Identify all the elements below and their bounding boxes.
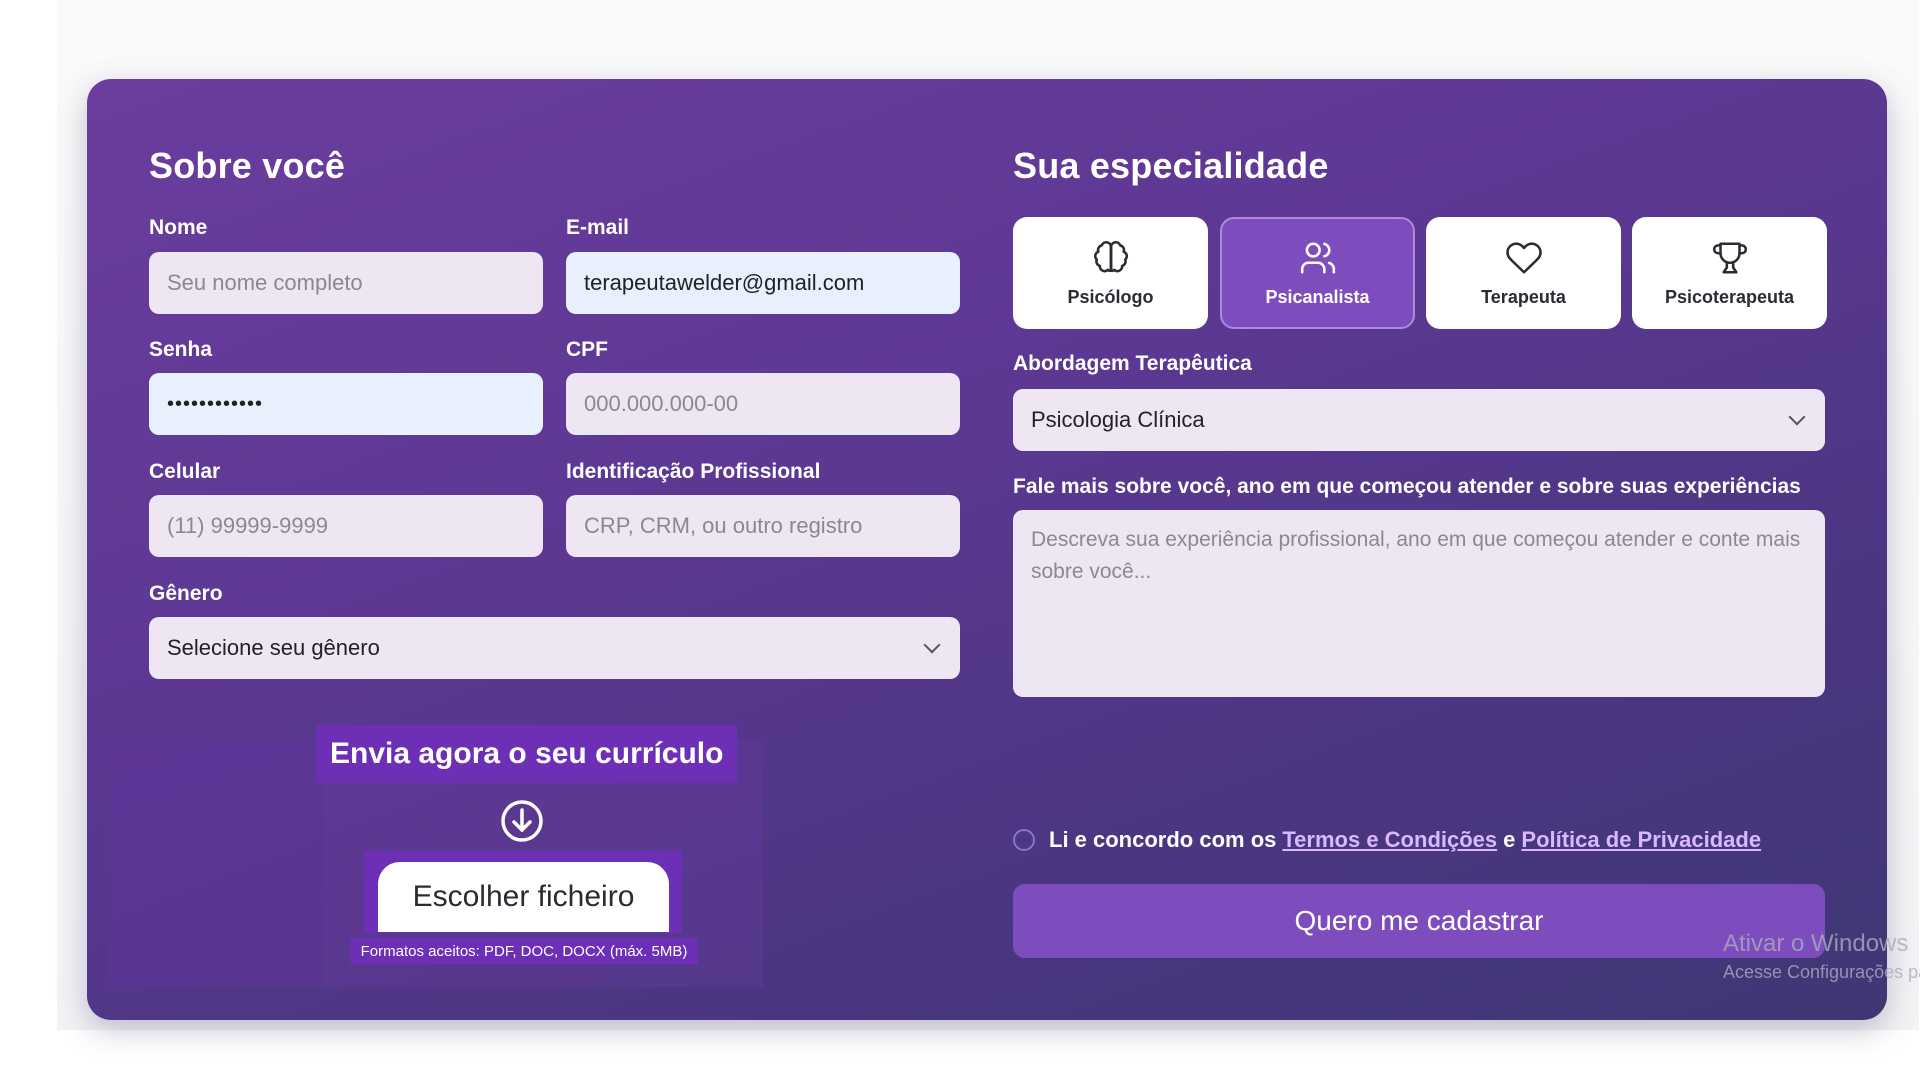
name-label: Nome	[149, 216, 208, 239]
users-icon	[1300, 241, 1335, 274]
specialty-option-psicanalista[interactable]: Psicanalista	[1220, 217, 1415, 329]
upload-title: Envia agora o seu currículo	[316, 725, 738, 783]
about-more-textarea[interactable]: Descreva sua experiência profissional, a…	[1013, 510, 1825, 697]
terms-checkbox[interactable]	[1013, 829, 1035, 851]
terms-conjunction: e	[1503, 827, 1516, 852]
brain-icon	[1093, 240, 1128, 272]
specialty-option-psicologo[interactable]: Psicólogo	[1013, 217, 1208, 329]
specialty-option-terapeuta[interactable]: Terapeuta	[1426, 217, 1621, 329]
terms-row: Li e concordo com os Termos e Condições …	[1013, 827, 1767, 853]
name-input[interactable]: Seu nome completo	[149, 252, 543, 314]
specialty-label: Psicólogo	[1067, 286, 1154, 307]
windows-activation-watermark: Ativar o Windows Acesse Configurações pa	[1723, 930, 1920, 983]
email-input[interactable]: terapeutawelder@gmail.com	[566, 252, 960, 314]
specialty-label: Psicanalista	[1265, 286, 1370, 307]
chevron-down-icon	[1788, 408, 1806, 426]
email-value: terapeutawelder@gmail.com	[584, 270, 865, 295]
terms-link[interactable]: Termos e Condições	[1282, 827, 1497, 853]
formats-note: Formatos aceitos: PDF, DOC, DOCX (máx. 5…	[350, 938, 698, 964]
password-input[interactable]: ••••••••••••	[149, 373, 543, 435]
cpf-label: CPF	[566, 338, 608, 361]
approach-select[interactable]: Psicologia Clínica	[1013, 389, 1825, 451]
heart-icon	[1505, 241, 1542, 274]
password-label: Senha	[149, 338, 213, 361]
prof-id-input[interactable]: CRP, CRM, ou outro registro	[566, 495, 960, 557]
prof-id-placeholder: CRP, CRM, ou outro registro	[584, 513, 863, 538]
chevron-down-icon	[923, 636, 941, 654]
watermark-line1: Ativar o Windows	[1723, 930, 1909, 957]
about-more-label: Fale mais sobre você, ano em que começou…	[1013, 475, 1801, 498]
approach-selected: Psicologia Clínica	[1031, 407, 1205, 432]
gender-selected: Selecione seu gênero	[167, 635, 380, 660]
trophy-icon	[1712, 241, 1747, 274]
upload-area-shade	[109, 741, 323, 987]
approach-label: Abordagem Terapêutica	[1013, 352, 1252, 375]
download-circle-icon	[501, 800, 543, 842]
cpf-placeholder: 000.000.000-00	[584, 391, 739, 416]
email-label: E-mail	[566, 216, 630, 239]
gender-select[interactable]: Selecione seu gênero	[149, 617, 960, 679]
phone-label: Celular	[149, 460, 221, 483]
specialty-label: Terapeuta	[1481, 286, 1566, 307]
watermark-line2: Acesse Configurações pa	[1723, 962, 1920, 982]
specialty-option-psicoterapeuta[interactable]: Psicoterapeuta	[1632, 217, 1827, 329]
specialty-label: Psicoterapeuta	[1664, 286, 1795, 307]
cpf-input[interactable]: 000.000.000-00	[566, 373, 960, 435]
gender-label: Gênero	[149, 582, 223, 605]
specialty-section-title: Sua especialidade	[1013, 145, 1329, 186]
register-submit-button[interactable]: Quero me cadastrar	[1013, 884, 1825, 958]
privacy-link[interactable]: Política de Privacidade	[1521, 827, 1761, 853]
name-placeholder: Seu nome completo	[167, 270, 363, 295]
choose-file-button[interactable]: Escolher ficheiro	[378, 862, 669, 932]
phone-input[interactable]: (11) 99999-9999	[149, 495, 543, 557]
terms-prefix: Li e concordo com os	[1049, 827, 1277, 852]
password-value: ••••••••••••	[167, 392, 264, 415]
prof-id-label: Identificação Profissional	[566, 460, 821, 483]
phone-placeholder: (11) 99999-9999	[167, 513, 329, 538]
about-section-title: Sobre você	[149, 145, 346, 186]
about-more-placeholder: Descreva sua experiência profissional, a…	[1031, 528, 1801, 583]
